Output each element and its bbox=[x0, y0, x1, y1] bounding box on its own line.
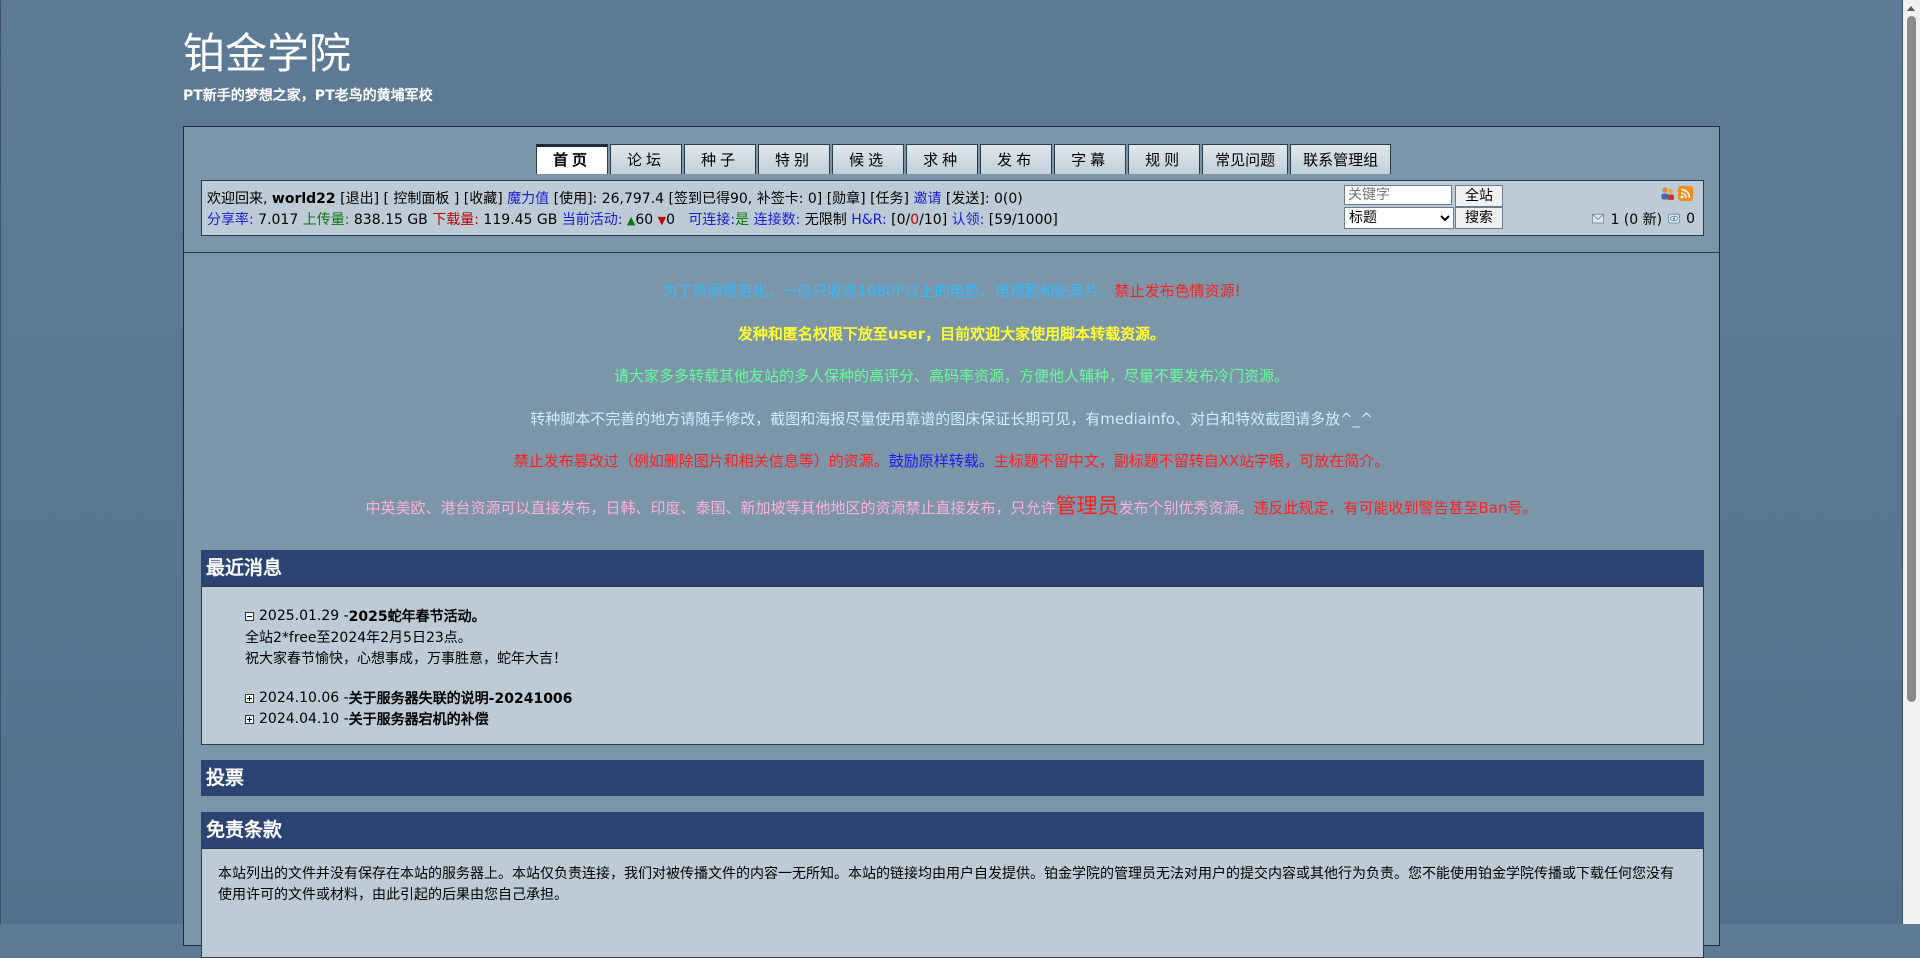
header-divider bbox=[184, 252, 1719, 253]
ratio-label: 分享率: bbox=[207, 212, 254, 228]
site-slogan: PT新手的梦想之家，PT老鸟的黄埔军校 bbox=[183, 88, 433, 104]
nav-requests[interactable]: 求种 bbox=[906, 144, 979, 174]
search-all-button[interactable]: 全站 bbox=[1455, 185, 1503, 207]
expand-icon[interactable] bbox=[245, 693, 254, 703]
mail-icon[interactable] bbox=[1590, 213, 1606, 225]
upload-label: 上传量: bbox=[302, 212, 350, 228]
site-title: 铂金学院 bbox=[183, 29, 352, 78]
active-label: 当前活动: bbox=[561, 212, 623, 228]
connectable-label: 可连接: bbox=[688, 212, 736, 228]
invite-link[interactable]: 邀请 bbox=[913, 191, 941, 207]
signin-status[interactable]: [签到已得90, 补签卡: 0] bbox=[669, 191, 823, 207]
news-item[interactable]: 2024.04.10 - 关于服务器宕机的补偿 bbox=[245, 709, 489, 729]
search-input[interactable] bbox=[1344, 185, 1452, 205]
send-count[interactable]: [发送]: 0(0) bbox=[946, 191, 1023, 207]
claim-label[interactable]: 认领: bbox=[952, 212, 985, 228]
nav-home[interactable]: 首页 bbox=[536, 144, 609, 174]
username-link[interactable]: world22 bbox=[272, 191, 336, 207]
nav-faq[interactable]: 常见问题 bbox=[1202, 144, 1289, 174]
connectable-value: 是 bbox=[735, 212, 750, 228]
logout-link[interactable]: 退出 bbox=[346, 191, 374, 207]
welcome-text: 欢迎回来, bbox=[207, 191, 272, 207]
nav-forum[interactable]: 论坛 bbox=[610, 144, 683, 174]
user-info-line-2: 分享率: 7.017 上传量: 838.15 GB 下载量: 119.45 GB… bbox=[207, 209, 1058, 229]
news-item-body-line: 全站2*free至2024年2月5日23点。 bbox=[245, 630, 472, 646]
nav-rules[interactable]: 规则 bbox=[1128, 144, 1201, 174]
nav-torrents[interactable]: 种子 bbox=[684, 144, 757, 174]
announcement-4: 转种脚本不完善的地方请随手修改，截图和海报尽量使用靠谱的图床保证长期可见，有me… bbox=[530, 410, 1373, 428]
encourage-link[interactable]: 鼓励原样转载。 bbox=[889, 452, 994, 470]
connections-value: 无限制 bbox=[804, 212, 847, 228]
user-icons bbox=[1660, 186, 1693, 201]
claim-value[interactable]: [59/1000] bbox=[989, 212, 1058, 228]
rss-icon[interactable] bbox=[1678, 186, 1693, 201]
scrollbar-thumb[interactable] bbox=[1907, 16, 1916, 702]
eye-icon[interactable] bbox=[1666, 213, 1682, 225]
message-count[interactable]: 1 (0 新) bbox=[1610, 209, 1662, 229]
bonus-link[interactable]: 魔力值 bbox=[507, 191, 549, 207]
scroll-up-arrow-icon[interactable] bbox=[1907, 6, 1915, 11]
control-panel-link[interactable]: 控制面板 bbox=[393, 191, 449, 207]
nav-subtitles[interactable]: 字幕 bbox=[1054, 144, 1127, 174]
nav-special[interactable]: 特别 bbox=[758, 144, 831, 174]
announcement-2: 发种和匿名权限下放至user，目前欢迎大家使用脚本转载资源。 bbox=[737, 325, 1166, 343]
search-scope-select[interactable]: 标题 bbox=[1344, 207, 1454, 229]
poll-heading: 投票 bbox=[201, 760, 1704, 796]
main-nav: 首页 论坛 种子 特别 候选 求种 发布 字幕 规则 常见问题 联系管理组 bbox=[536, 144, 1393, 174]
main-panel: 首页 论坛 种子 特别 候选 求种 发布 字幕 规则 常见问题 联系管理组 欢迎… bbox=[183, 126, 1720, 958]
disclaimer-text: 本站列出的文件并没有保存在本站的服务器上。本站仅负责连接，我们对被传播文件的内容… bbox=[201, 848, 1704, 958]
announcement-1: 为了资源规范化，一般只收录1080P以上的电影、电视剧和纪录片。禁止发布色情资源… bbox=[662, 282, 1241, 300]
task-link[interactable]: [任务] bbox=[870, 191, 909, 207]
news-item[interactable]: 2024.10.06 - 关于服务器失联的说明-20241006 bbox=[245, 688, 572, 708]
news-item[interactable]: 2025.01.29 - 2025蛇年春节活动。 bbox=[245, 606, 486, 626]
announcement-3: 请大家多多转载其他友站的多人保种的高评分、高码率资源，方便他人辅种，尽量不要发布… bbox=[613, 367, 1289, 385]
download-label: 下载量: bbox=[432, 212, 479, 228]
leeching-icon: ▼ bbox=[657, 214, 667, 227]
nav-upload[interactable]: 发布 bbox=[980, 144, 1053, 174]
announcement-5: 禁止发布篡改过（例如删除图片和相关信息等）的资源。鼓励原样转载。主标题不留中文，… bbox=[513, 452, 1390, 470]
nav-candidates[interactable]: 候选 bbox=[832, 144, 905, 174]
announcement-6: 中英美欧、港台资源可以直接发布，日韩、印度、泰国、新加坡等其他地区的资源禁止直接… bbox=[365, 494, 1538, 518]
favorites-link[interactable]: 收藏 bbox=[469, 191, 497, 207]
news-list: 2025.01.29 - 2025蛇年春节活动。 全站2*free至2024年2… bbox=[201, 586, 1704, 745]
user-info-bar: 欢迎回来, world22 [退出] [ 控制面板 ] [收藏] 魔力值 [使用… bbox=[201, 180, 1704, 236]
connections-label: 连接数: bbox=[753, 212, 801, 228]
nav-contact-staff[interactable]: 联系管理组 bbox=[1290, 144, 1392, 174]
message-status: 1 (0 新) 0 bbox=[1590, 209, 1695, 229]
search-button[interactable]: 搜索 bbox=[1455, 207, 1503, 229]
news-heading: 最近消息 bbox=[201, 550, 1704, 586]
news-item-body-line: 祝大家春节愉快，心想事成，万事胜意，蛇年大吉！ bbox=[245, 651, 567, 667]
disclaimer-heading: 免责条款 bbox=[201, 812, 1704, 848]
medal-link[interactable]: [勋章] bbox=[827, 191, 866, 207]
ratio-value: 7.017 bbox=[258, 212, 299, 228]
download-value: 119.45 GB bbox=[483, 212, 558, 228]
view-count[interactable]: 0 bbox=[1686, 211, 1695, 227]
bonus-value[interactable]: [使用]: 26,797.4 bbox=[554, 191, 664, 207]
seeding-count[interactable]: 60 bbox=[635, 212, 653, 228]
collapse-icon[interactable] bbox=[245, 611, 254, 621]
vertical-scrollbar[interactable] bbox=[1903, 0, 1920, 924]
upload-value: 838.15 GB bbox=[353, 212, 428, 228]
user-info-line-1: 欢迎回来, world22 [退出] [ 控制面板 ] [收藏] 魔力值 [使用… bbox=[207, 191, 1023, 207]
friends-icon[interactable] bbox=[1660, 186, 1675, 201]
hr-value[interactable]: [0/0/10] bbox=[891, 212, 947, 228]
leeching-count[interactable]: 0 bbox=[666, 212, 675, 228]
expand-icon[interactable] bbox=[245, 714, 254, 724]
hr-label[interactable]: H&R: bbox=[851, 212, 886, 228]
